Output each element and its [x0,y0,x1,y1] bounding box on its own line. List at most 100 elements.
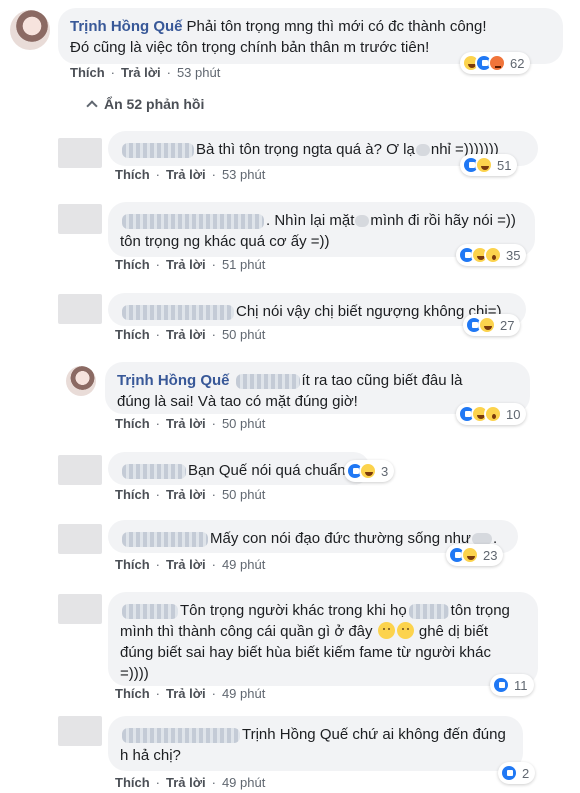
comment-text: đúng biết sai hay biết hùa biết kiếm fam… [120,644,491,661]
comment-text: Đó cũng là việc tôn trọng chính bản thân… [70,39,430,56]
haha-react-icon [461,546,479,564]
reactions[interactable]: 35 [456,244,527,266]
comment-time[interactable]: 50 phút [222,416,265,431]
avatar[interactable] [58,524,102,554]
comment-text: Mấy con nói đạo đức thường sống như [210,530,471,547]
reply-link[interactable]: Trả lời [166,327,206,342]
comment-text: Bạn Quế nói quá chuẩn [188,462,346,479]
haha-react-icon [478,316,496,334]
comment-actions: Thích · Trả lời · 51 phút [115,257,266,272]
comment-text: h hả chị? [120,747,181,764]
comment-text: =)))) [120,665,149,682]
hide-replies-link[interactable]: Ẩn 52 phản hồi [86,96,204,112]
comment-author[interactable]: Trịnh Hồng Quế [117,372,230,389]
reaction-count: 62 [510,55,525,71]
comment-text: ghê dị biết [418,623,489,640]
like-link[interactable]: Thích [115,487,150,502]
haha-react-icon [359,462,377,480]
rolling-eyes-emoji-icon [396,622,414,639]
comment-text: đúng là sai! Và tao có mặt đúng giờ! [117,393,358,410]
like-link[interactable]: Thích [115,775,150,790]
like-react-icon [492,676,510,694]
comment-bubble: Bạn Quế nói quá chuẩn [108,452,370,485]
avatar[interactable] [10,10,50,50]
like-link[interactable]: Thích [115,167,150,182]
reaction-count: 11 [514,677,528,693]
rolling-eyes-emoji-icon [377,622,395,639]
comment-text: Chị nói vậy chị biết ngượng không chị=) [236,303,502,320]
comment-actions: Thích · Trả lời · 53 phút [115,167,266,182]
like-link[interactable]: Thích [115,416,150,431]
comment-text: mình thì thành công cái quần gì ở đây [120,623,373,640]
reaction-count: 51 [497,157,512,173]
avatar[interactable] [58,594,102,624]
reaction-count: 3 [381,463,389,479]
reactions[interactable]: 10 [456,403,527,425]
comment-text: . Nhìn lại mặt [266,212,355,229]
comment-text: tôn trọng ng khác quá cơ ấy =)) [120,233,330,250]
comment-time[interactable]: 49 phút [222,686,265,701]
like-link[interactable]: Thích [115,327,150,342]
reply-link[interactable]: Trả lời [166,257,206,272]
comment-time[interactable]: 51 phút [222,257,265,272]
comment-time[interactable]: 50 phút [222,487,265,502]
comment-bubble: Tôn trọng người khác trong khi họ tôn trọ… [108,592,538,686]
comment-time[interactable]: 50 phút [222,327,265,342]
comment-time[interactable]: 53 phút [177,65,220,80]
like-link[interactable]: Thích [70,65,105,80]
reactions[interactable]: 3 [344,460,395,482]
reactions[interactable]: 51 [460,154,518,176]
reactions[interactable]: 23 [446,544,504,566]
comment-text: Phải tôn trọng mng thì mới có đc thành c… [186,18,487,35]
reactions[interactable]: 27 [463,314,521,336]
wow-react-icon [484,405,502,423]
reaction-count: 10 [506,406,521,422]
reply-link[interactable]: Trả lời [166,167,206,182]
reactions[interactable]: 11 [490,674,534,696]
chevron-up-icon [86,100,98,112]
like-react-icon [500,764,518,782]
like-link[interactable]: Thích [115,557,150,572]
comment-time[interactable]: 53 phút [222,167,265,182]
haha-react-icon [475,156,493,174]
avatar[interactable] [58,138,102,168]
comment-actions: Thích · Trả lời · 50 phút [115,487,266,502]
reply-link[interactable]: Trả lời [166,686,206,701]
wow-react-icon [484,246,502,264]
comment-text: ít ra tao cũng biết đâu là [301,372,463,389]
comment-actions: Thích · Trả lời · 50 phút [115,327,266,342]
reactions[interactable]: 2 [498,762,536,784]
reply-link[interactable]: Trả lời [121,65,161,80]
reaction-count: 35 [506,247,521,263]
comment-text: Bà thì tôn trọng ngta quá à? Ơ lạ [196,141,415,158]
comment-text: mình đi rồi hãy nói =)) [370,212,516,229]
avatar[interactable] [66,366,96,396]
comment-author[interactable]: Trịnh Hồng Quế [70,18,183,35]
reaction-count: 23 [483,547,498,563]
like-link[interactable]: Thích [115,686,150,701]
comment-actions: Thích · Trả lời · 49 phút [115,775,266,790]
reply-link[interactable]: Trả lời [166,557,206,572]
reaction-count: 2 [522,765,530,781]
like-link[interactable]: Thích [115,257,150,272]
comment-actions: Thích · Trả lời · 50 phút [115,416,266,431]
comment-actions: Thích · Trả lời · 49 phút [115,557,266,572]
comment-text: tôn trọng [450,602,510,619]
comment-actions: Thích · Trả lời · 49 phút [115,686,266,701]
comment-text: Trịnh Hồng Quế chứ ai không đến đúng [242,726,506,743]
reply-link[interactable]: Trả lời [166,416,206,431]
reply-link[interactable]: Trả lời [166,487,206,502]
angry-react-icon [488,54,506,72]
comment-bubble: Trịnh Hồng Quế chứ ai không đến đúng h h… [108,716,523,771]
reactions[interactable]: 62 [460,52,531,74]
comment-actions: Thích · Trả lời · 53 phút [70,65,221,80]
avatar[interactable] [58,204,102,234]
comment-time[interactable]: 49 phút [222,557,265,572]
comment-text: Tôn trọng người khác trong khi họ [180,602,407,619]
comment-time[interactable]: 49 phút [222,775,265,790]
reply-link[interactable]: Trả lời [166,775,206,790]
avatar[interactable] [58,294,102,324]
avatar[interactable] [58,455,102,485]
reaction-count: 27 [500,317,515,333]
avatar[interactable] [58,716,102,746]
